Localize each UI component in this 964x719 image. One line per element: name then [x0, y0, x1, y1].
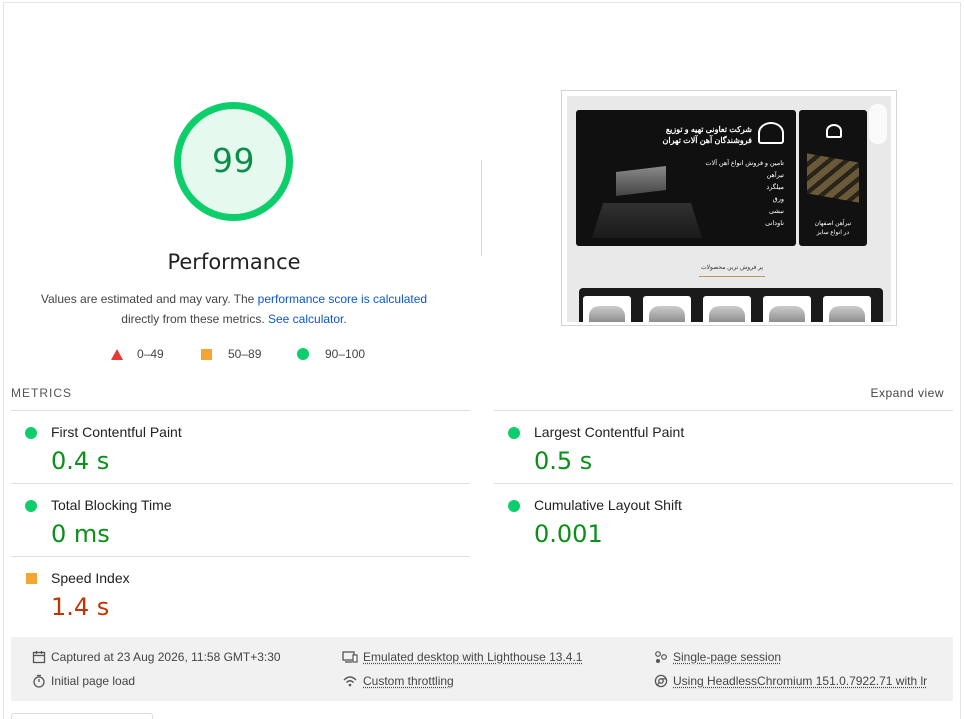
description-text-2: directly from these metrics.: [121, 312, 265, 326]
metric-label: Speed Index: [51, 570, 130, 586]
captured-at: Captured at 23 Aug 2026, 11:58 GMT+3:30: [32, 650, 281, 664]
metric-label: Cumulative Layout Shift: [534, 497, 682, 513]
average-square-icon: [26, 573, 37, 584]
emulated-text[interactable]: Emulated desktop with Lighthouse 13.4.1: [363, 650, 582, 664]
metric-value: 0.5 s: [534, 447, 593, 475]
product-card: [763, 296, 811, 322]
banner-headline-2: فروشندگان آهن آلات تهران: [662, 136, 752, 145]
steel-block-image: [592, 203, 702, 238]
throttling-text[interactable]: Custom throttling: [363, 674, 454, 688]
score-description: Values are estimated and may vary. The p…: [22, 289, 446, 329]
performance-score-label: Performance: [167, 250, 301, 274]
runtime-settings: Captured at 23 Aug 2026, 11:58 GMT+3:30 …: [11, 637, 953, 701]
side-caption: تیرآهن اصفهان در انواع سایز: [803, 220, 863, 238]
legend-average: 50–89: [201, 347, 261, 361]
session-icon: [655, 651, 667, 663]
metric-value: 1.4 s: [51, 593, 110, 621]
steel-beam-image: [616, 166, 666, 196]
banner-headline: شرکت تعاونی تهیه و توزیع فروشندگان آهن آ…: [663, 124, 752, 146]
metric-total-blocking-time: Total Blocking Time 0 ms: [11, 484, 451, 556]
legend-pass: 90–100: [297, 347, 365, 361]
legend-average-range: 50–89: [228, 347, 262, 361]
metric-value: 0 ms: [51, 520, 110, 548]
banner-list: تامین و فروش انواع آهن آلات تیرآهن میلگر…: [705, 158, 784, 230]
banner-item: ورق: [772, 196, 784, 203]
banner-item: ناودانی: [765, 220, 784, 227]
vertical-divider: [481, 160, 482, 256]
product-card: [703, 296, 751, 322]
performance-score-value: 99: [212, 141, 255, 180]
session-text[interactable]: Single-page session: [673, 650, 781, 664]
pass-circle-icon: [297, 348, 309, 360]
calendar-icon: [32, 651, 46, 664]
session-type[interactable]: Single-page session: [654, 650, 781, 664]
banner-headline-1: شرکت تعاونی تهیه و توزیع: [665, 125, 752, 134]
view-treemap-button[interactable]: [11, 713, 153, 719]
product-card: [823, 296, 871, 322]
pass-circle-icon: [25, 427, 37, 439]
section-ornament: [699, 276, 765, 280]
pass-circle-icon: [25, 500, 37, 512]
metric-largest-contentful-paint: Largest Contentful Paint 0.5 s: [494, 411, 934, 483]
expand-view-button[interactable]: Expand view: [870, 386, 944, 400]
description-text: Values are estimated and may vary. The: [40, 292, 258, 306]
emulated-device[interactable]: Emulated desktop with Lighthouse 13.4.1: [342, 650, 582, 664]
initial-page-load: Initial page load: [32, 674, 135, 688]
banner-subline: تامین و فروش انواع آهن آلات: [705, 160, 784, 167]
side-banner: تیرآهن اصفهان در انواع سایز: [799, 110, 867, 246]
average-square-icon: [201, 348, 212, 360]
metric-label: Largest Contentful Paint: [534, 424, 685, 440]
rails-image: [807, 153, 859, 203]
banner-item: نبشی: [769, 208, 784, 215]
metric-speed-index: Speed Index 1.4 s: [11, 557, 451, 629]
side-caption-2: در انواع سایز: [816, 230, 850, 236]
legend-pass-range: 90–100: [325, 347, 366, 361]
browser-version[interactable]: Using HeadlessChromium 151.0.7922.71 wit…: [654, 674, 927, 688]
product-card: [583, 296, 631, 322]
floating-controls: [869, 104, 887, 144]
side-caption-1: تیرآهن اصفهان: [814, 221, 852, 227]
final-screenshot[interactable]: شرکت تعاونی تهیه و توزیع فروشندگان آهن آ…: [561, 90, 897, 326]
metric-first-contentful-paint: First Contentful Paint 0.4 s: [11, 411, 451, 483]
fail-triangle-icon: [111, 348, 123, 360]
pass-circle-icon: [508, 427, 520, 439]
banner-item: میلگرد: [766, 184, 784, 191]
page-load-text: Initial page load: [51, 674, 136, 688]
product-strip: [579, 288, 883, 322]
wifi-icon: [343, 676, 357, 687]
metric-value: 0.001: [534, 520, 603, 548]
metrics-heading: METRICS: [11, 386, 72, 400]
captured-text: Captured at 23 Aug 2026, 11:58 GMT+3:30: [51, 650, 281, 664]
network-throttling[interactable]: Custom throttling: [342, 674, 454, 688]
product-card: [643, 296, 691, 322]
legend-fail-range: 0–49: [137, 347, 164, 361]
metric-cumulative-layout-shift: Cumulative Layout Shift 0.001: [494, 484, 934, 556]
pass-circle-icon: [508, 500, 520, 512]
timer-icon: [33, 674, 45, 688]
screenshot-page: شرکت تعاونی تهیه و توزیع فروشندگان آهن آ…: [567, 96, 891, 322]
performance-score-link[interactable]: performance score is calculated: [258, 292, 427, 306]
browser-text[interactable]: Using HeadlessChromium 151.0.7922.71 wit…: [673, 674, 927, 688]
metric-label: Total Blocking Time: [51, 497, 172, 513]
legend-fail: 0–49: [111, 347, 164, 361]
metric-value: 0.4 s: [51, 447, 110, 475]
chrome-icon: [654, 674, 668, 688]
desktop-icon: [342, 651, 358, 663]
banner-item: تیرآهن: [766, 172, 784, 179]
section-title: پر فروش ترین محصولات: [700, 265, 764, 271]
side-logo-icon: [826, 124, 842, 138]
metric-label: First Contentful Paint: [51, 424, 182, 440]
company-logo-icon: [758, 122, 784, 144]
main-banner: شرکت تعاونی تهیه و توزیع فروشندگان آهن آ…: [576, 110, 796, 246]
see-calculator-link[interactable]: See calculator.: [268, 312, 347, 326]
